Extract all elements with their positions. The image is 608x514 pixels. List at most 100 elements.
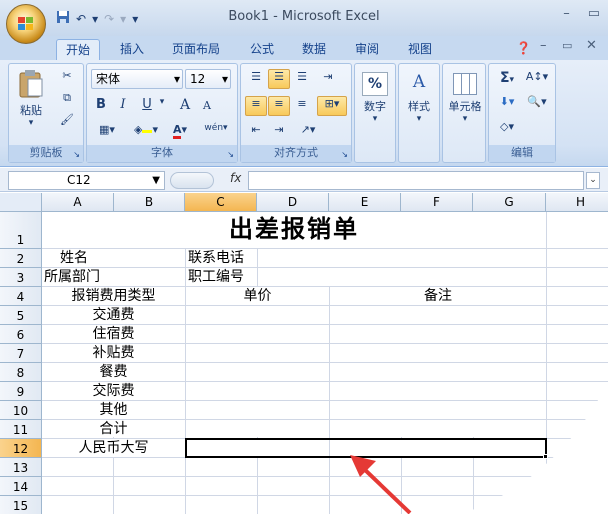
styles-button[interactable]: A 样式 ▾ (402, 69, 436, 137)
office-logo-icon (18, 17, 33, 30)
tab-view[interactable]: 视图 (398, 39, 442, 60)
insert-function-icon[interactable]: fx (230, 171, 241, 185)
minimize-icon[interactable]: – (563, 6, 570, 21)
orientation-icon[interactable]: ↗▾ (293, 122, 323, 142)
autosum-button[interactable]: Σ▾ (493, 69, 521, 89)
row-header-1[interactable]: 1 (0, 212, 42, 249)
number-format-button[interactable]: % 数字 ▾ (358, 69, 392, 137)
sum-icon: Σ (499, 70, 510, 86)
cell-e4: 备注 (424, 288, 452, 304)
chevron-down-icon: ▾ (462, 114, 468, 124)
phonetic-button[interactable]: wén▾ (199, 122, 233, 142)
row-header-12[interactable]: 12 (0, 439, 42, 458)
column-header-f[interactable]: F (401, 193, 473, 212)
row-header-15[interactable]: 15 (0, 496, 42, 514)
row-header-4[interactable]: 4 (0, 287, 42, 306)
styles-icon: A (412, 72, 426, 92)
align-top-icon[interactable]: ☰ (245, 69, 267, 89)
align-right-icon[interactable]: ≡ (291, 96, 313, 116)
cell-grid[interactable]: 出差报销单 姓名 联系电话 所属部门 职工编号 报销费用类型 单价 备注 交通费… (42, 212, 608, 514)
underline-button[interactable]: U (137, 96, 157, 116)
row-header-9[interactable]: 9 (0, 382, 42, 401)
chevron-down-icon: ▾ (372, 114, 378, 124)
office-button[interactable] (6, 4, 46, 44)
select-all-corner[interactable] (0, 193, 42, 212)
ribbon-minimize-icon[interactable]: – (540, 38, 547, 53)
tab-review[interactable]: 审阅 (345, 39, 389, 60)
chevron-down-icon[interactable]: ▼ (152, 172, 160, 189)
row-header-10[interactable]: 10 (0, 401, 42, 420)
tab-formulas[interactable]: 公式 (240, 39, 284, 60)
font-name-select[interactable]: 宋体 ▾ (91, 69, 183, 89)
alignment-launcher-icon[interactable]: ↘ (341, 150, 348, 159)
tab-data[interactable]: 数据 (292, 39, 336, 60)
paste-button[interactable]: 粘贴 ▾ (13, 68, 49, 140)
help-icon[interactable]: ❓ (516, 41, 531, 55)
row-header-6[interactable]: 6 (0, 325, 42, 344)
italic-button[interactable]: I (113, 96, 133, 116)
align-center-icon[interactable]: ≡ (268, 96, 290, 116)
align-middle-icon[interactable]: ☰ (268, 69, 290, 89)
ribbon: 粘贴 ▾ ✂ ⧉ 🖌 剪贴板 ↘ 宋体 ▾ 12 ▾ B I U ▾ A A ▦… (0, 60, 608, 167)
font-color-button[interactable]: A▾ (165, 122, 195, 142)
format-painter-icon[interactable]: 🖌 (57, 112, 77, 130)
sort-filter-icon[interactable]: A↕▾ (523, 69, 551, 89)
copy-icon[interactable]: ⧉ (57, 90, 77, 108)
formula-input[interactable] (248, 171, 584, 190)
row-header-5[interactable]: 5 (0, 306, 42, 325)
chevron-down-icon: ▾ (221, 72, 228, 86)
row-header-14[interactable]: 14 (0, 477, 42, 496)
shrink-font-button[interactable]: A (197, 98, 217, 116)
editing-group-label: 编辑 (489, 145, 555, 162)
align-left-icon[interactable]: ≡ (245, 96, 267, 116)
column-header-h[interactable]: H (546, 193, 608, 212)
row-header-7[interactable]: 7 (0, 344, 42, 363)
cells-group: 单元格 ▾ (442, 63, 486, 163)
restore-icon[interactable]: ▭ (562, 39, 572, 52)
alignment-group-label: 对齐方式 (241, 145, 351, 162)
column-header-a[interactable]: A (42, 193, 114, 212)
column-header-d[interactable]: D (257, 193, 329, 212)
cell-c4: 单价 (243, 288, 272, 304)
cells-button[interactable]: 单元格 ▾ (446, 69, 484, 137)
font-size-select[interactable]: 12 ▾ (185, 69, 231, 89)
underline-dropdown-icon[interactable]: ▾ (157, 96, 167, 116)
column-header-c[interactable]: C (185, 193, 257, 212)
name-box[interactable]: C12 ▼ (8, 171, 165, 190)
wrap-text-icon[interactable]: ⇥ (317, 69, 339, 89)
align-bottom-icon[interactable]: ☰ (291, 69, 313, 89)
row-header-8[interactable]: 8 (0, 363, 42, 382)
formula-bar: C12 ▼ fx ⌄ (0, 168, 608, 192)
row-header-3[interactable]: 3 (0, 268, 42, 287)
cell-a12: 人民币大写 (78, 440, 149, 456)
borders-icon[interactable]: ▦▾ (91, 122, 123, 142)
font-launcher-icon[interactable]: ↘ (227, 150, 234, 159)
merge-center-icon[interactable]: ⊞▾ (317, 96, 347, 116)
fill-icon[interactable]: ⬇▾ (493, 94, 521, 114)
row-header-2[interactable]: 2 (0, 249, 42, 268)
column-header-b[interactable]: B (114, 193, 185, 212)
row-header-13[interactable]: 13 (0, 458, 42, 477)
find-select-icon[interactable]: 🔍▾ (523, 94, 551, 114)
paste-dropdown-icon[interactable]: ▾ (14, 118, 48, 128)
cell-a4: 报销费用类型 (71, 288, 156, 304)
maximize-icon[interactable]: ▭ (588, 6, 600, 21)
tab-insert[interactable]: 插入 (110, 39, 154, 60)
decrease-indent-icon[interactable]: ⇤ (245, 122, 267, 142)
row-header-11[interactable]: 11 (0, 420, 42, 439)
formula-expand-handle[interactable] (170, 172, 214, 189)
grow-font-button[interactable]: A (175, 96, 195, 116)
cut-icon[interactable]: ✂ (57, 68, 77, 86)
expand-formula-bar-icon[interactable]: ⌄ (586, 172, 600, 189)
increase-indent-icon[interactable]: ⇥ (268, 122, 290, 142)
column-header-e[interactable]: E (329, 193, 401, 212)
paste-icon (19, 70, 43, 98)
fill-color-icon[interactable]: ◈ ▾ (129, 122, 163, 142)
tab-page-layout[interactable]: 页面布局 (163, 39, 229, 60)
column-header-g[interactable]: G (473, 193, 546, 212)
clear-icon[interactable]: ◇▾ (493, 119, 521, 139)
tab-home[interactable]: 开始 (56, 39, 100, 60)
bold-button[interactable]: B (91, 96, 111, 116)
close-icon[interactable]: ✕ (586, 38, 597, 53)
clipboard-launcher-icon[interactable]: ↘ (73, 150, 80, 159)
